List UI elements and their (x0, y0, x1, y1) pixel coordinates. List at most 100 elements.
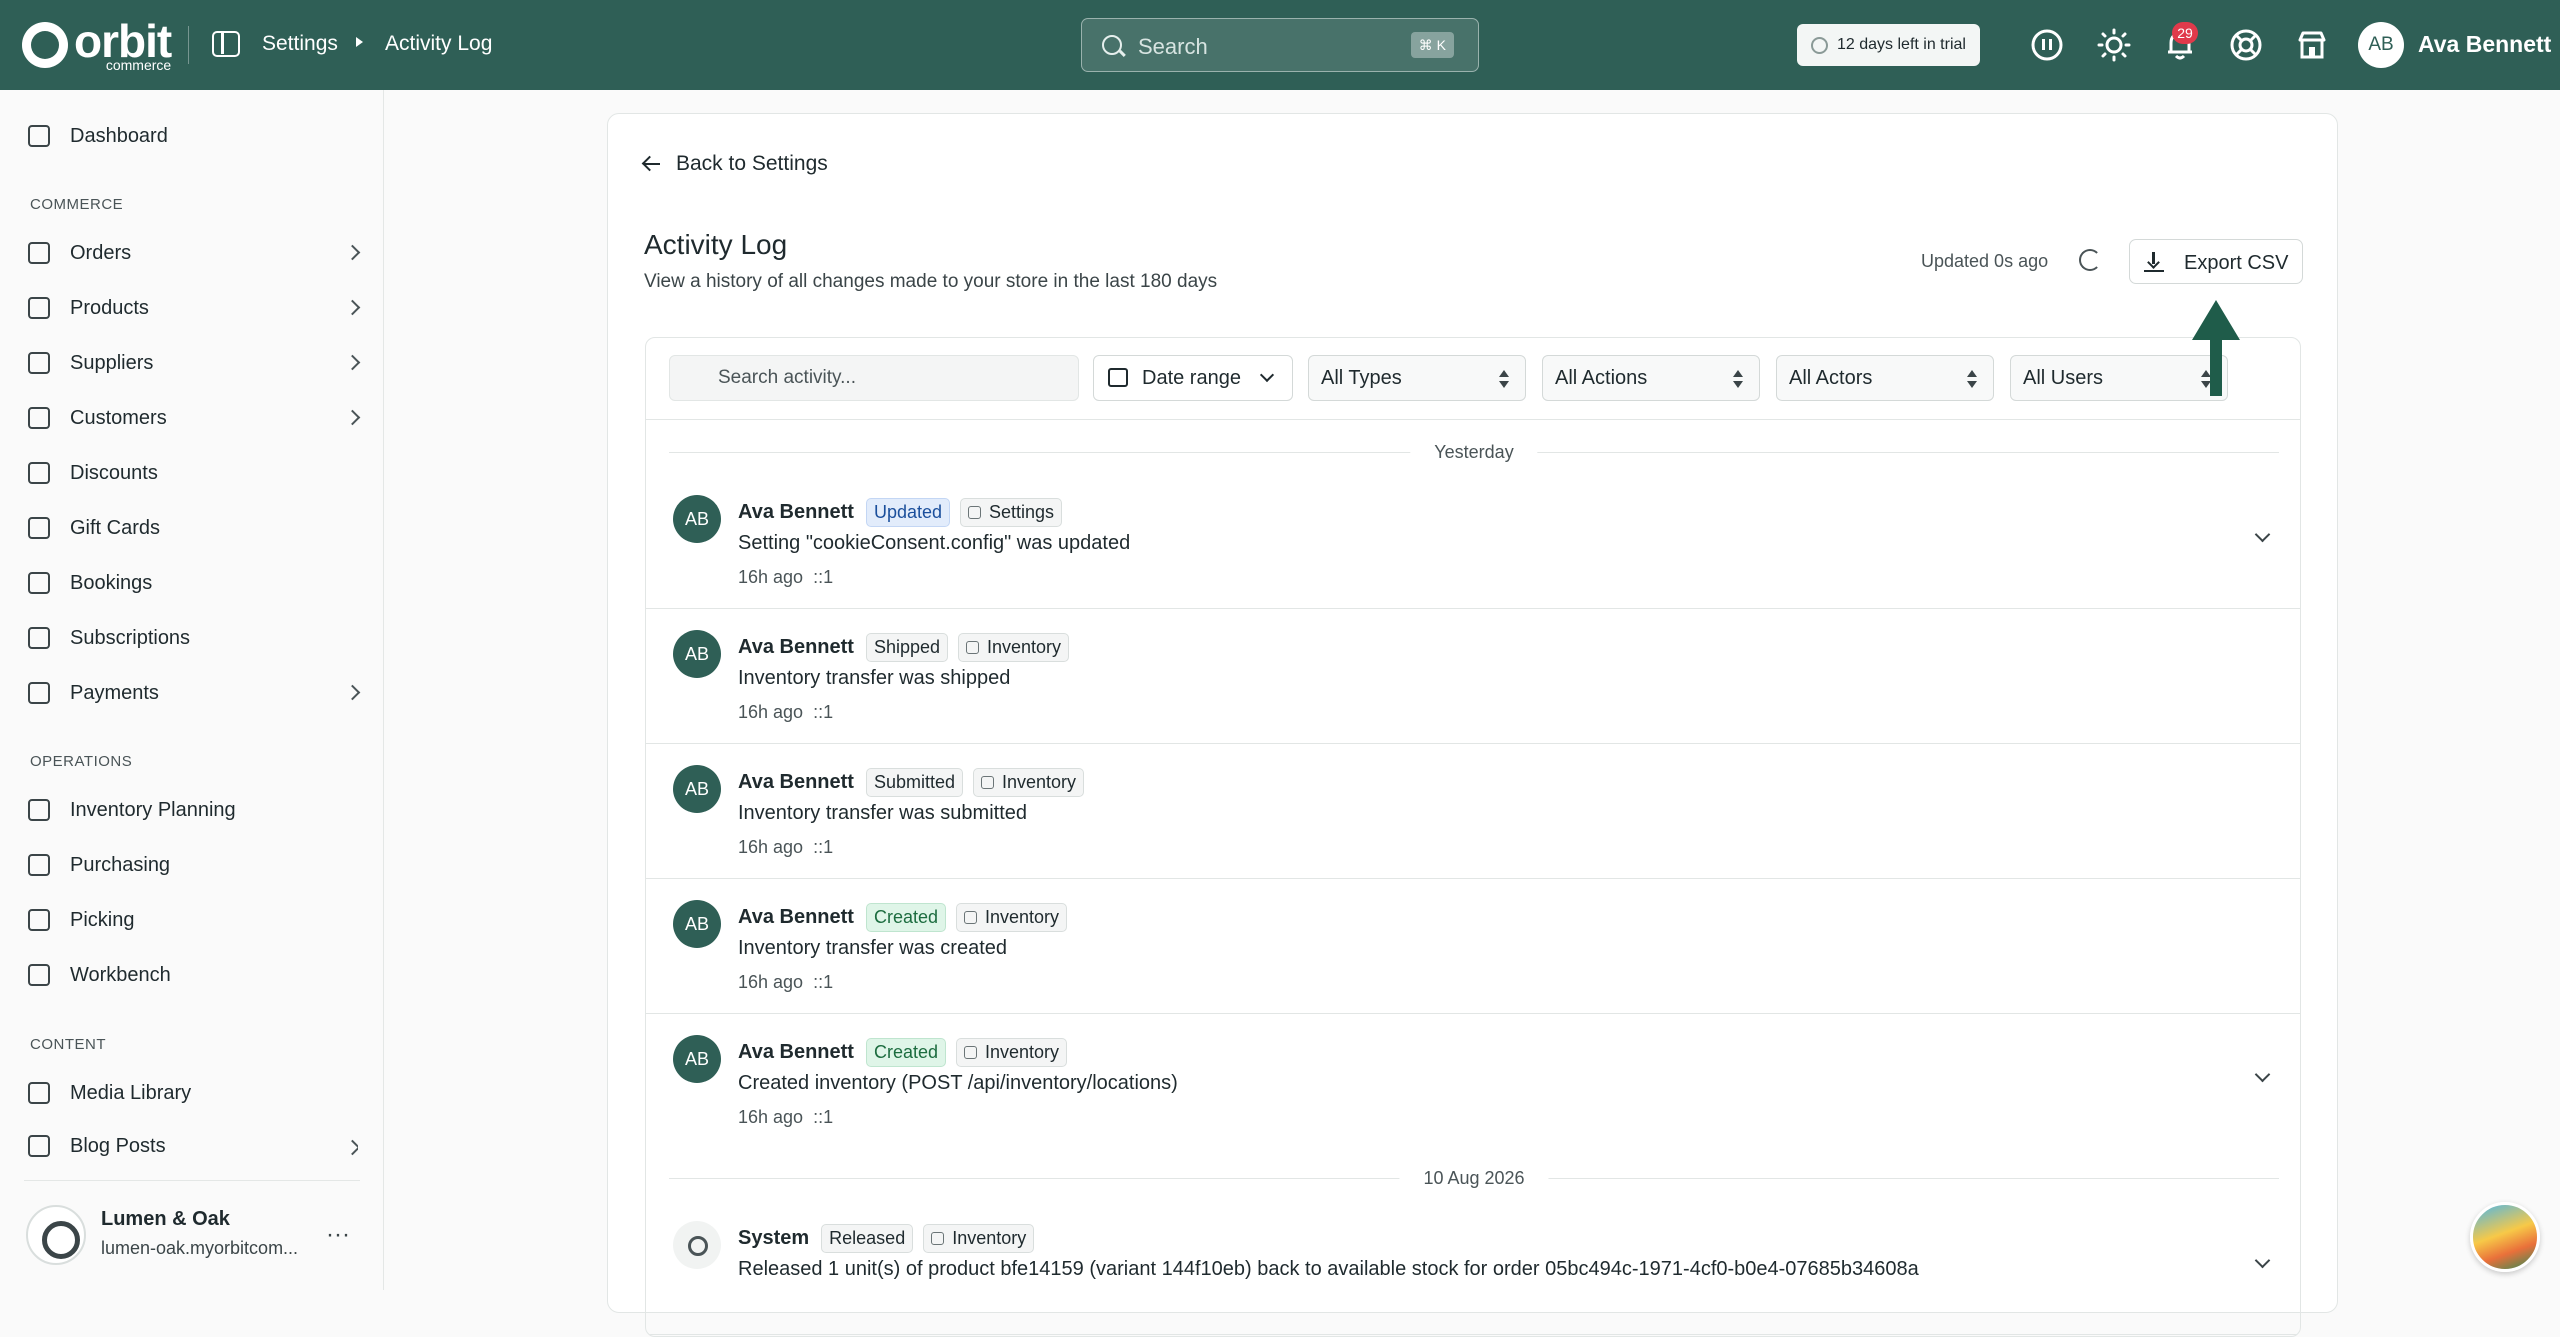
entry-time: 16h ago (738, 972, 804, 992)
select-value: All Users (2023, 367, 2104, 389)
global-search-input[interactable]: Search ⌘ K (1081, 18, 1479, 72)
entry-message: Inventory transfer was submitted (738, 802, 1028, 824)
resource-label: Settings (989, 501, 1055, 522)
actions-select[interactable]: All Actions (1542, 355, 1760, 401)
sidebar-item-payments[interactable]: Payments (28, 671, 361, 715)
warehouse-icon (964, 1045, 977, 1059)
dashboard-icon (28, 125, 50, 147)
sidebar-item-blog-posts[interactable]: Blog Posts (28, 1126, 358, 1166)
page-title: Activity Log (644, 229, 788, 260)
activity-entry[interactable]: AB Ava Bennett Submitted Inventory Inven… (646, 744, 2300, 879)
entry-ip: ::1 (813, 702, 834, 722)
sidebar-item-orders[interactable]: Orders (28, 231, 361, 275)
trial-badge[interactable]: 12 days left in trial (1797, 24, 1980, 66)
sidebar-item-products[interactable]: Products (28, 286, 361, 330)
chevron-right-icon (344, 354, 361, 371)
more-options-icon[interactable]: ··· (326, 1221, 350, 1249)
chevron-right-icon (344, 684, 361, 701)
entry-meta: 16h ago::1 (738, 567, 833, 588)
entry-time: 16h ago (738, 1107, 804, 1127)
sidebar-item-label: Bookings (70, 571, 153, 594)
activity-entry[interactable]: AB Ava Bennett Created Inventory Created… (646, 1014, 2300, 1149)
entry-message: Created inventory (POST /api/inventory/l… (738, 1072, 1178, 1094)
actor-avatar: AB (673, 765, 721, 813)
resource-badge: Inventory (956, 1037, 1068, 1067)
sidebar-item-suppliers[interactable]: Suppliers (28, 341, 361, 385)
breadcrumb-settings[interactable]: Settings (262, 32, 338, 56)
export-csv-button[interactable]: Export CSV (2129, 239, 2303, 284)
types-select[interactable]: All Types (1308, 355, 1526, 401)
divider (24, 1180, 360, 1181)
store-logo-icon[interactable] (26, 1205, 86, 1265)
sidebar-item-subscriptions[interactable]: Subscriptions (28, 616, 358, 660)
sidebar-item-label: Discounts (70, 461, 158, 484)
user-avatar[interactable]: AB (2358, 22, 2404, 68)
activity-entry[interactable]: System Released Inventory Released 1 uni… (646, 1200, 2300, 1335)
cube-icon (28, 964, 50, 986)
sidebar-item-dashboard[interactable]: Dashboard (28, 114, 358, 158)
support-chat-icon[interactable] (2030, 28, 2064, 62)
calendar-icon (1108, 368, 1128, 387)
sidebar-item-discounts[interactable]: Discounts (28, 451, 358, 495)
arrow-left-icon (644, 162, 660, 166)
calendar-icon (28, 572, 50, 594)
activity-search-input[interactable] (669, 355, 1079, 401)
gear-icon (968, 505, 982, 519)
actor-name: Ava Bennett (738, 500, 854, 523)
sidebar-toggle-icon[interactable] (212, 31, 240, 57)
actors-select[interactable]: All Actors (1776, 355, 1994, 401)
refresh-icon[interactable] (2079, 249, 2101, 271)
date-group-divider: 10 Aug 2026 (669, 1168, 2279, 1189)
sidebar-item-workbench[interactable]: Workbench (28, 953, 358, 997)
assistant-avatar-icon[interactable] (2470, 1202, 2540, 1272)
actor-avatar: AB (673, 900, 721, 948)
logo-mark-icon (22, 22, 68, 68)
warehouse-icon (966, 640, 980, 654)
logo[interactable]: orbit commerce (22, 18, 172, 72)
back-to-settings-link[interactable]: Back to Settings (644, 152, 828, 176)
action-badge: Shipped (865, 632, 949, 662)
gift-icon (28, 517, 50, 539)
storefront-icon[interactable] (2295, 28, 2329, 62)
date-range-button[interactable]: Date range (1093, 355, 1293, 401)
sort-arrows-icon (1733, 368, 1743, 390)
warehouse-icon (981, 775, 994, 789)
card-icon (28, 682, 50, 704)
sidebar-item-inventory-planning[interactable]: Inventory Planning (28, 788, 358, 832)
chevron-down-icon[interactable] (2254, 1252, 2271, 1269)
entry-time: 16h ago (738, 567, 804, 587)
sidebar-item-customers[interactable]: Customers (28, 396, 361, 440)
chevron-down-icon[interactable] (2254, 526, 2271, 543)
help-lifebuoy-icon[interactable] (2229, 28, 2263, 62)
search-icon (1102, 35, 1122, 55)
sidebar: Dashboard COMMERCE Orders Products Suppl… (0, 90, 384, 1290)
activity-entry[interactable]: AB Ava Bennett Created Inventory Invento… (646, 879, 2300, 1014)
breadcrumb-current: Activity Log (385, 32, 493, 55)
resource-label: Inventory (952, 1227, 1027, 1248)
sidebar-item-gift-cards[interactable]: Gift Cards (28, 506, 358, 550)
activity-log-card: Back to Settings Activity Log View a his… (607, 113, 2338, 1337)
cart-icon (28, 854, 50, 876)
chevron-down-icon[interactable] (2254, 1066, 2271, 1083)
entry-time: 16h ago (738, 837, 804, 857)
activity-list-panel: Date range All Types All Actions All Act… (645, 337, 2301, 1337)
activity-entry[interactable]: AB Ava Bennett Updated Settings Setting … (646, 474, 2300, 609)
user-name[interactable]: Ava Bennett (2418, 31, 2551, 58)
sidebar-item-bookings[interactable]: Bookings (28, 561, 358, 605)
building-icon (28, 352, 50, 374)
date-range-label: Date range (1142, 367, 1241, 389)
sidebar-item-label: Gift Cards (70, 516, 161, 539)
action-badge: Created (865, 902, 946, 932)
resource-badge: Inventory (958, 632, 1070, 662)
entry-meta: 16h ago::1 (738, 972, 833, 993)
store-name[interactable]: Lumen & Oak (101, 1208, 230, 1231)
sidebar-item-purchasing[interactable]: Purchasing (28, 843, 358, 887)
box-icon (28, 297, 50, 319)
sidebar-item-media-library[interactable]: Media Library (28, 1071, 358, 1115)
sidebar-item-picking[interactable]: Picking (28, 898, 358, 942)
section-label-commerce: COMMERCE (30, 196, 124, 213)
entry-ip: ::1 (813, 837, 834, 857)
theme-toggle-icon[interactable] (2097, 28, 2131, 62)
select-value: All Actions (1555, 367, 1648, 389)
activity-entry[interactable]: AB Ava Bennett Shipped Inventory Invento… (646, 609, 2300, 744)
